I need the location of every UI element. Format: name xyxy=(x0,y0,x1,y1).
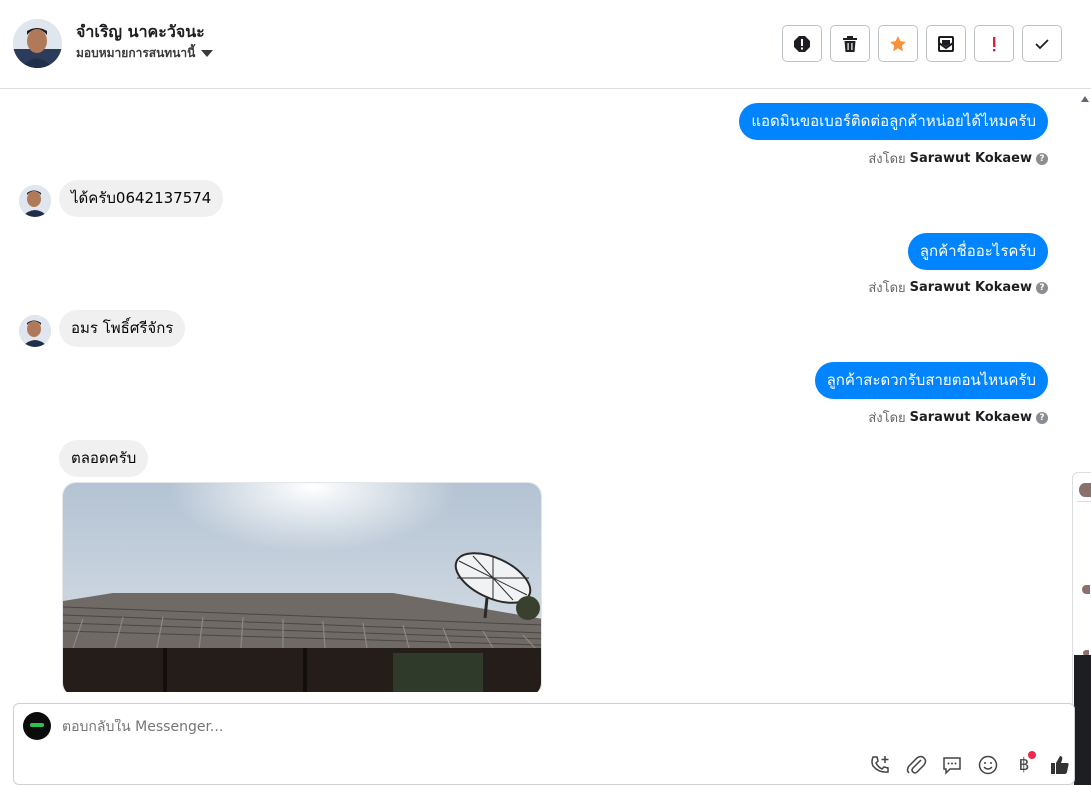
contact-avatar[interactable] xyxy=(13,19,62,68)
peek-avatar xyxy=(1082,585,1090,594)
outgoing-message[interactable]: แอดมินขอเบอร์ติดต่อลูกค้าหน่อยได้ไหมครับ xyxy=(739,103,1048,140)
like-button[interactable] xyxy=(1047,752,1073,778)
payment-button[interactable]: ฿ xyxy=(1011,751,1037,778)
message-thread[interactable]: แอดมินขอเบอร์ติดต่อลูกค้าหน่อยได้ไหมครับ… xyxy=(0,90,1078,692)
emoji-button[interactable] xyxy=(975,752,1001,778)
saved-reply-button[interactable] xyxy=(939,752,965,778)
star-icon xyxy=(890,35,906,51)
scroll-up-arrow[interactable] xyxy=(1081,96,1089,102)
sender-name: Sarawut Kokaew xyxy=(909,280,1032,295)
contact-avatar-small xyxy=(19,185,51,217)
page-logo-avatar xyxy=(23,712,51,740)
sender-name: Sarawut Kokaew xyxy=(909,151,1032,166)
incoming-message[interactable]: ได้ครับ0642137574 xyxy=(59,180,224,217)
side-panel-dark-strip xyxy=(1074,655,1091,785)
smiley-icon xyxy=(978,755,998,775)
question-icon[interactable]: ? xyxy=(1036,152,1048,165)
outgoing-message[interactable]: ลูกค้าชื่ออะไรครับ xyxy=(907,233,1048,270)
attach-button[interactable] xyxy=(903,752,929,778)
star-button[interactable] xyxy=(878,25,918,62)
reply-composer: ฿ xyxy=(13,703,1075,785)
baht-icon: ฿ xyxy=(1018,755,1030,775)
thumbs-up-icon xyxy=(1051,756,1069,774)
notification-dot xyxy=(1028,751,1036,759)
sent-by-line: ส่งโดย Sarawut Kokaew ? xyxy=(868,277,1048,298)
photo-attachment[interactable] xyxy=(62,482,542,692)
caret-down-icon xyxy=(201,50,214,57)
contact-avatar-small xyxy=(19,315,51,347)
page-logo-mark xyxy=(30,723,44,727)
check-icon xyxy=(1035,38,1049,49)
question-icon[interactable]: ? xyxy=(1036,281,1048,294)
follow-up-button[interactable] xyxy=(974,25,1014,62)
contact-name: จำเริญ นาคะวัจนะ xyxy=(76,22,205,41)
composer-tools: ฿ xyxy=(867,751,1073,778)
mark-done-button[interactable] xyxy=(1022,25,1062,62)
sent-by-line: ส่งโดย Sarawut Kokaew ? xyxy=(868,407,1048,428)
header-actions xyxy=(782,25,1062,62)
mark-unread-button[interactable] xyxy=(926,25,966,62)
call-add-button[interactable] xyxy=(867,752,893,778)
assign-conversation-dropdown[interactable]: มอบหมายการสนทนานี้ xyxy=(76,44,214,63)
paperclip-icon xyxy=(906,755,927,774)
incoming-message[interactable]: อมร โพธิ์ศรีจักร xyxy=(59,310,186,347)
sent-by-label: ส่งโดย xyxy=(868,411,906,426)
report-spam-button[interactable] xyxy=(782,25,822,62)
peek-divider xyxy=(1077,501,1091,502)
sent-by-label: ส่งโดย xyxy=(868,152,906,167)
question-icon[interactable]: ? xyxy=(1036,411,1048,424)
sent-by-line: ส่งโดย Sarawut Kokaew ? xyxy=(868,148,1048,169)
sender-name: Sarawut Kokaew xyxy=(909,410,1032,425)
chat-bubble-icon xyxy=(943,757,961,775)
conversation-header: จำเริญ นาคะวัจนะ มอบหมายการสนทนานี้ xyxy=(0,0,1091,89)
assign-label: มอบหมายการสนทนานี้ xyxy=(76,46,196,60)
phone-add-icon xyxy=(871,756,889,773)
delete-button[interactable] xyxy=(830,25,870,62)
sent-by-label: ส่งโดย xyxy=(868,281,906,296)
trash-icon xyxy=(843,35,857,52)
exclamation-icon xyxy=(993,36,996,51)
reply-input[interactable] xyxy=(62,719,962,735)
peek-avatar xyxy=(1079,483,1091,497)
alert-icon xyxy=(794,35,810,52)
incoming-message[interactable]: ตลอดครับ xyxy=(59,440,149,477)
envelope-icon xyxy=(938,35,954,52)
outgoing-message[interactable]: ลูกค้าสะดวกรับสายตอนไหนครับ xyxy=(814,362,1048,399)
